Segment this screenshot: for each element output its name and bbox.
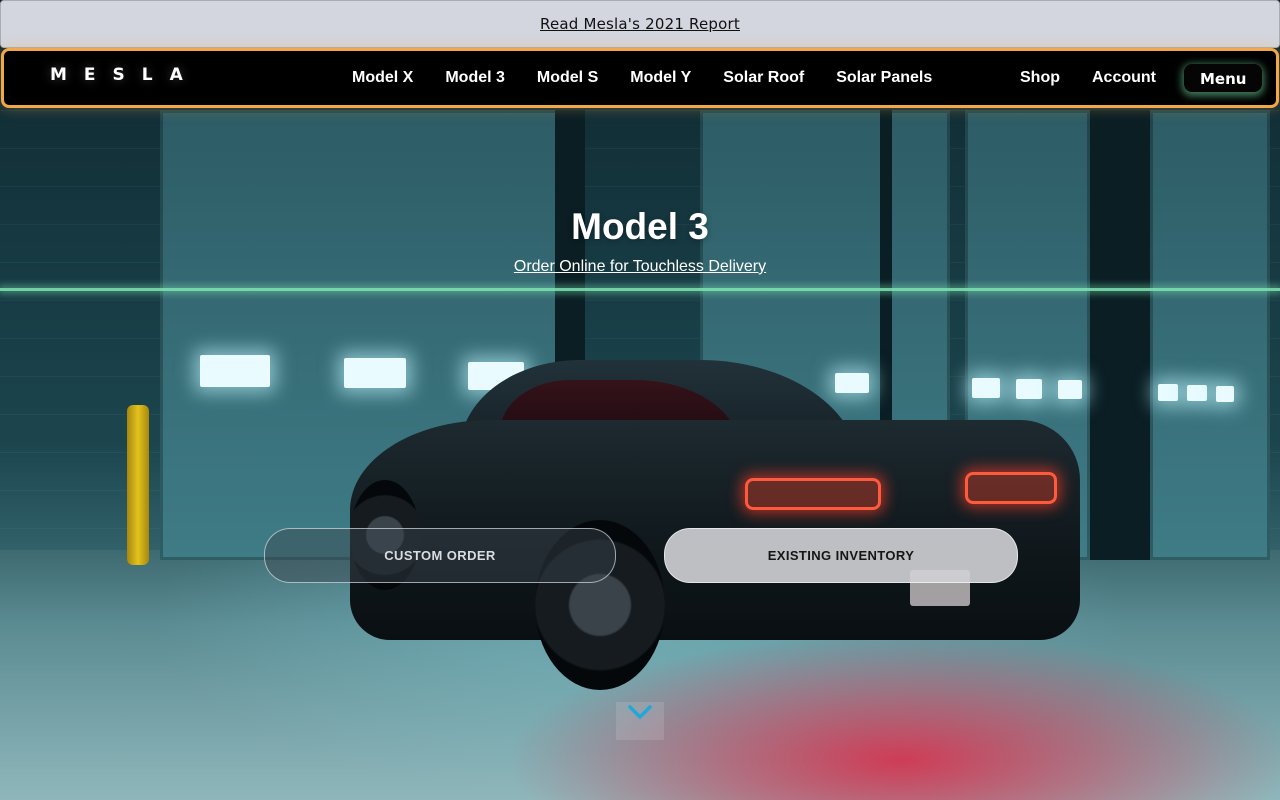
menu-button[interactable]: Menu [1184, 64, 1263, 92]
yellow-bollard [127, 405, 149, 565]
hero-background-image [0, 0, 1280, 800]
nav-link-solar-panels[interactable]: Solar Panels [820, 69, 948, 87]
nav-link-solar-roof[interactable]: Solar Roof [707, 69, 820, 87]
section-divider [0, 288, 1280, 291]
garage-window-light [1216, 386, 1234, 402]
car-taillight [745, 478, 881, 510]
nav-link-shop[interactable]: Shop [1004, 69, 1076, 87]
car-taillight [965, 472, 1057, 504]
custom-order-button[interactable]: CUSTOM ORDER [264, 528, 616, 583]
car-image [350, 360, 1080, 690]
garage-door [1150, 110, 1270, 560]
garage-pillar [1090, 110, 1150, 560]
nav-link-model-3[interactable]: Model 3 [429, 69, 521, 87]
garage-window-light [1158, 384, 1178, 401]
existing-inventory-button[interactable]: EXISTING INVENTORY [664, 528, 1018, 583]
top-navigation: MESLA Model X Model 3 Model S Model Y So… [1, 48, 1279, 108]
report-link[interactable]: Read Mesla's 2021 Report [540, 15, 740, 33]
report-banner: Read Mesla's 2021 Report [0, 0, 1280, 48]
hero-title: Model 3 [571, 206, 709, 247]
nav-link-model-s[interactable]: Model S [521, 69, 614, 87]
mesla-logo[interactable]: MESLA [50, 65, 200, 85]
garage-window-light [200, 355, 270, 387]
nav-link-account[interactable]: Account [1076, 69, 1172, 87]
garage-window-light [1187, 385, 1207, 401]
model-nav-links: Model X Model 3 Model S Model Y Solar Ro… [336, 51, 948, 105]
nav-right-links: Shop Account Menu [1004, 51, 1263, 105]
hero-subtitle: Order Online for Touchless Delivery [0, 258, 1280, 276]
order-online-link[interactable]: Order Online for Touchless Delivery [514, 258, 766, 275]
nav-link-model-y[interactable]: Model Y [614, 69, 707, 87]
scroll-down-button[interactable] [616, 702, 664, 740]
chevron-down-icon [627, 702, 653, 727]
nav-link-model-x[interactable]: Model X [336, 69, 429, 87]
